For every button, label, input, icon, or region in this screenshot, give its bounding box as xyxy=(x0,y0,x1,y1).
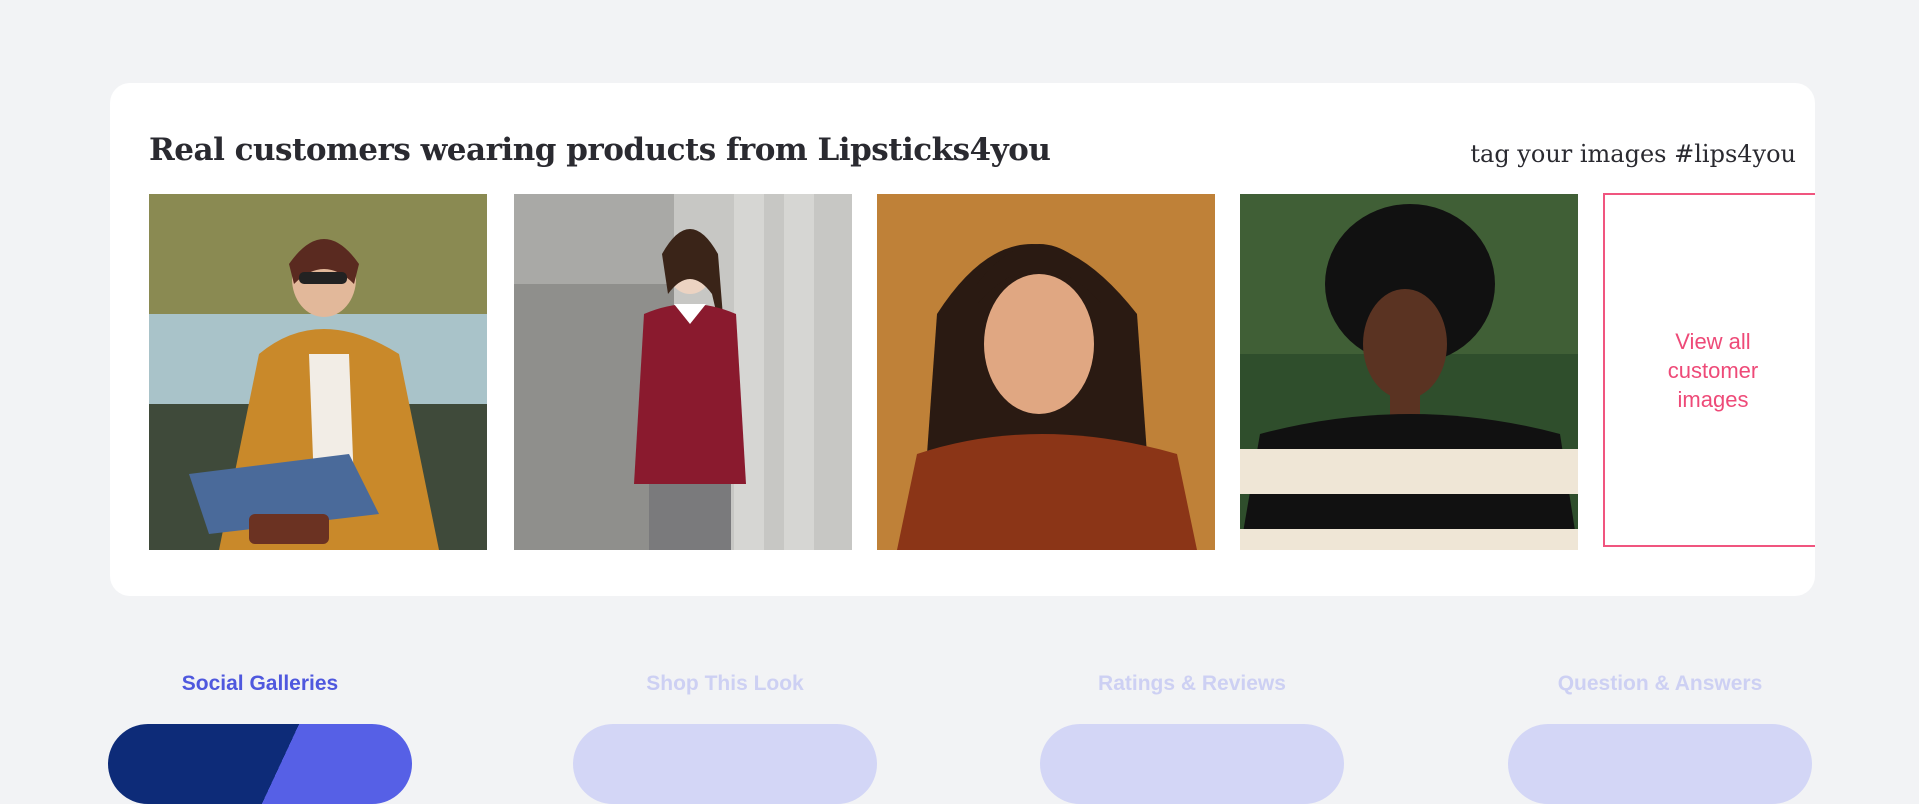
customer-photo-4[interactable] xyxy=(1240,194,1578,550)
photo-woman-striped-sweater-icon xyxy=(1240,194,1578,550)
view-all-label: View all customer images xyxy=(1667,328,1759,412)
tab-pill-question-answers[interactable] xyxy=(1508,724,1812,804)
photo-woman-rust-cardigan-icon xyxy=(877,194,1215,550)
customer-gallery-card: Real customers wearing products from Lip… xyxy=(110,83,1815,596)
customer-photo-3[interactable] xyxy=(877,194,1215,550)
view-all-customer-images-button[interactable]: View all customer images xyxy=(1603,193,1815,547)
tab-ratings-reviews[interactable]: Ratings & Reviews xyxy=(1040,672,1344,696)
gallery-title: Real customers wearing products from Lip… xyxy=(149,132,1051,168)
photo-woman-burgundy-sweater-icon xyxy=(514,194,852,550)
hashtag-prompt: tag your images #lips4you xyxy=(1470,140,1796,168)
tab-pill-social-galleries[interactable] xyxy=(108,724,412,804)
tab-shop-this-look[interactable]: Shop This Look xyxy=(573,672,877,696)
tab-pill-ratings-reviews[interactable] xyxy=(1040,724,1344,804)
customer-photo-2[interactable] xyxy=(514,194,852,550)
customer-photo-1[interactable] xyxy=(149,194,487,550)
tab-social-galleries[interactable]: Social Galleries xyxy=(108,672,412,696)
tab-question-answers[interactable]: Question & Answers xyxy=(1508,672,1812,696)
tab-pill-shop-this-look[interactable] xyxy=(573,724,877,804)
photo-woman-mustard-blazer-icon xyxy=(149,194,487,550)
